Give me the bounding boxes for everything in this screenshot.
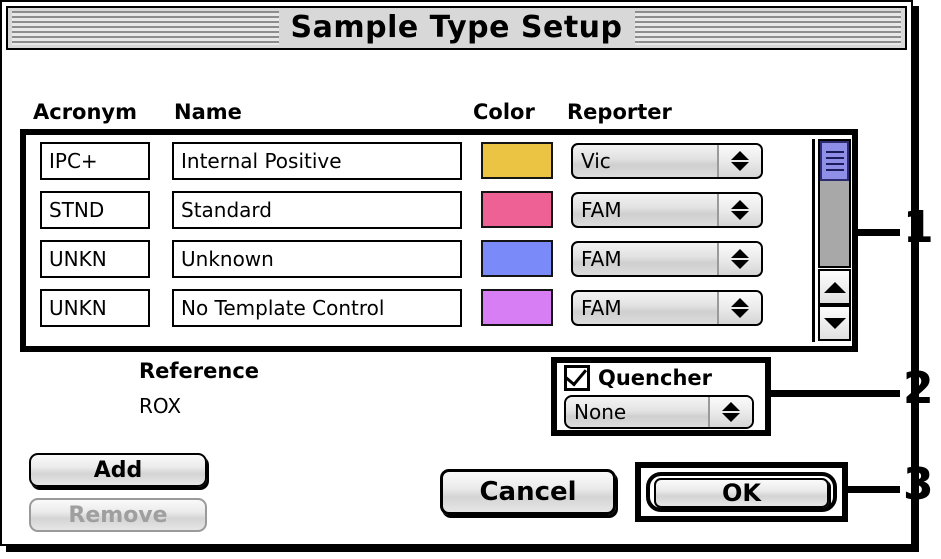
triangle-down-icon	[731, 161, 749, 171]
color-swatch[interactable]	[481, 142, 553, 179]
triangle-down-icon	[722, 413, 740, 422]
ok-annotated-region: OK	[635, 462, 848, 522]
table-row[interactable]: IPC+ Internal Positive Vic	[36, 139, 816, 182]
stepper-arrows-icon[interactable]	[708, 397, 752, 427]
acronym-input[interactable]: UNKN	[40, 288, 150, 327]
name-input[interactable]: Internal Positive	[172, 141, 462, 180]
thumb-line-icon	[825, 157, 844, 159]
triangle-up-icon	[731, 248, 749, 258]
sample-type-table: IPC+ Internal Positive Vic STND Standard…	[26, 135, 852, 346]
triangle-up-icon	[731, 199, 749, 209]
reporter-value: FAM	[581, 295, 622, 320]
triangle-down-icon	[823, 317, 846, 329]
window-titlebar[interactable]: Sample Type Setup	[6, 6, 907, 50]
triangle-up-icon	[722, 402, 740, 411]
stepper-arrows-icon[interactable]	[717, 144, 761, 177]
table-scrollbar[interactable]	[812, 139, 851, 342]
name-input[interactable]: No Template Control	[172, 288, 462, 327]
reporter-dropdown[interactable]: Vic	[571, 142, 763, 179]
ok-button[interactable]: OK	[654, 478, 829, 508]
sample-type-table-annotated-region: IPC+ Internal Positive Vic STND Standard…	[20, 129, 858, 352]
thumb-line-icon	[825, 163, 844, 165]
triangle-up-icon	[731, 297, 749, 307]
checkmark-icon	[564, 363, 588, 387]
acronym-input[interactable]: IPC+	[40, 141, 150, 180]
scrollbar-track[interactable]	[818, 139, 851, 268]
remove-button: Remove	[29, 498, 207, 532]
triangle-down-icon	[731, 210, 749, 220]
triangle-down-icon	[731, 259, 749, 269]
annotation-leader-line-3	[846, 486, 900, 493]
column-header-color: Color	[473, 100, 535, 124]
quencher-value: None	[574, 400, 627, 424]
reporter-value: Vic	[581, 148, 611, 173]
table-row[interactable]: STND Standard FAM	[36, 188, 816, 231]
reference-value: ROX	[139, 394, 182, 418]
annotation-number-2: 2	[903, 363, 934, 414]
cancel-button[interactable]: Cancel	[440, 469, 616, 515]
quencher-checkbox-row[interactable]: Quencher	[564, 363, 712, 391]
sample-type-setup-dialog: Sample Type Setup Acronym Name Color Rep…	[0, 0, 913, 546]
column-header-reporter: Reporter	[567, 100, 672, 124]
annotation-leader-line-1	[856, 229, 900, 236]
quencher-dropdown[interactable]: None	[564, 395, 754, 429]
name-input[interactable]: Unknown	[172, 239, 462, 278]
table-row[interactable]: UNKN No Template Control FAM	[36, 286, 816, 329]
reference-label: Reference	[139, 359, 260, 383]
window-title: Sample Type Setup	[282, 11, 631, 45]
column-header-acronym: Acronym	[33, 100, 138, 124]
stepper-arrows-icon[interactable]	[717, 291, 761, 324]
add-button[interactable]: Add	[29, 453, 207, 487]
table-row[interactable]: UNKN Unknown FAM	[36, 237, 816, 280]
thumb-line-icon	[825, 169, 844, 171]
scrollbar-thumb[interactable]	[820, 141, 849, 181]
quencher-checkbox[interactable]	[564, 363, 590, 391]
acronym-input[interactable]: UNKN	[40, 239, 150, 278]
scroll-up-button[interactable]	[818, 269, 851, 305]
titlebar-stripes-right	[634, 11, 902, 45]
reporter-dropdown[interactable]: FAM	[571, 191, 763, 228]
thumb-line-icon	[825, 151, 844, 153]
column-header-name: Name	[174, 100, 242, 124]
triangle-up-icon	[731, 150, 749, 160]
stepper-arrows-icon[interactable]	[717, 193, 761, 226]
reporter-dropdown[interactable]: FAM	[571, 240, 763, 277]
stepper-arrows-icon[interactable]	[717, 242, 761, 275]
annotation-leader-line-2	[769, 390, 900, 397]
quencher-annotated-region: Quencher None	[551, 357, 771, 436]
triangle-down-icon	[731, 308, 749, 318]
window-shadow-bottom	[6, 546, 919, 552]
color-swatch[interactable]	[481, 240, 553, 277]
titlebar-stripes-left	[12, 11, 279, 45]
color-swatch[interactable]	[481, 289, 553, 326]
acronym-input[interactable]: STND	[40, 190, 150, 229]
scroll-down-button[interactable]	[818, 305, 851, 341]
reporter-value: FAM	[581, 246, 622, 271]
name-input[interactable]: Standard	[172, 190, 462, 229]
annotation-number-3: 3	[903, 459, 934, 510]
triangle-up-icon	[823, 281, 846, 293]
reporter-dropdown[interactable]: FAM	[571, 289, 763, 326]
annotation-number-1: 1	[903, 202, 934, 253]
quencher-label: Quencher	[598, 366, 712, 390]
reporter-value: FAM	[581, 197, 622, 222]
color-swatch[interactable]	[481, 191, 553, 228]
